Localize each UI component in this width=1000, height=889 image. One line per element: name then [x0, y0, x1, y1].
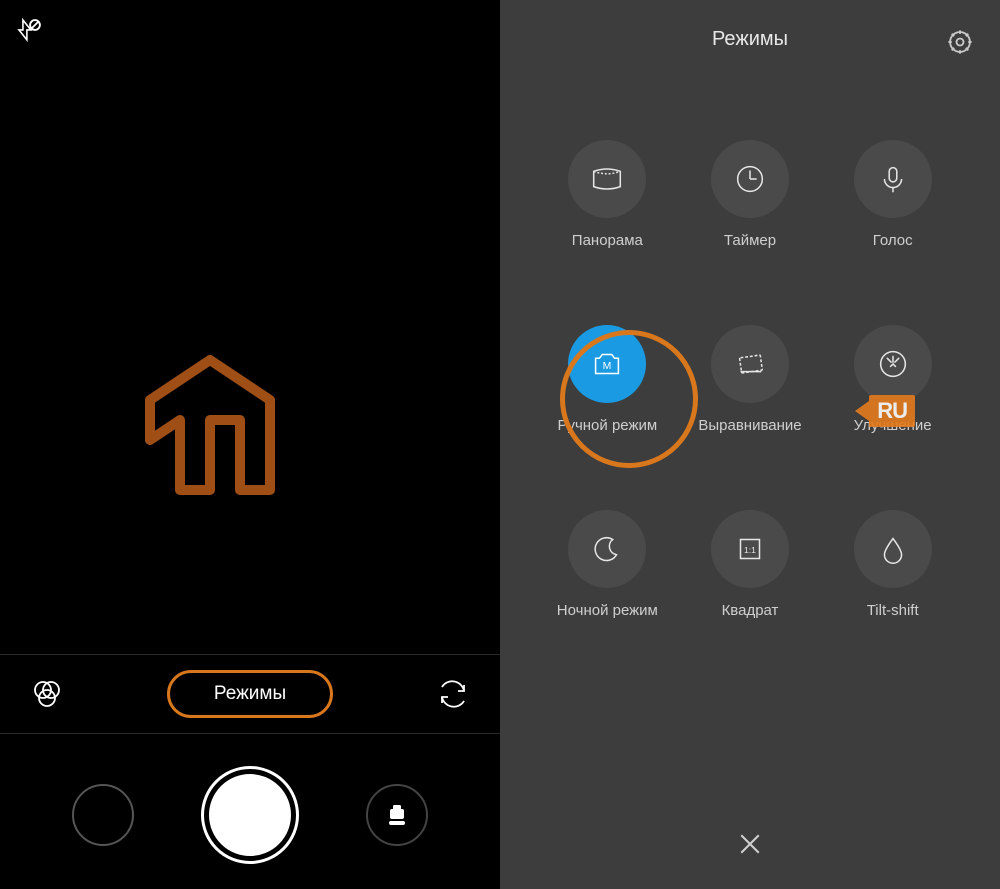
mode-timer[interactable]: Таймер — [679, 140, 822, 249]
flash-off-icon[interactable] — [14, 18, 42, 46]
mode-label: Голос — [873, 232, 913, 249]
mode-label: Таймер — [724, 232, 776, 249]
manual-mode-icon: M — [568, 325, 646, 403]
modes-grid: Панорама Таймер Голос — [500, 140, 1000, 619]
watermark-badge: RU — [869, 395, 915, 427]
mode-straighten[interactable]: Выравнивание — [679, 325, 822, 434]
mode-tiltshift[interactable]: Tilt-shift — [821, 510, 964, 619]
mode-label: Квадрат — [722, 602, 779, 619]
filters-icon[interactable] — [30, 677, 64, 711]
svg-text:1:1: 1:1 — [744, 545, 756, 555]
close-row — [500, 829, 1000, 859]
mode-manual[interactable]: M Ручной режим — [536, 325, 679, 434]
camera-bottom-bar: Режимы — [0, 654, 500, 889]
modes-panel: Режимы Панорама — [500, 0, 1000, 889]
drop-icon — [854, 510, 932, 588]
shutter-row — [0, 769, 500, 861]
mode-label: Tilt-shift — [867, 602, 919, 619]
mode-night[interactable]: Ночной режим — [536, 510, 679, 619]
modes-title: Режимы — [712, 28, 788, 51]
mode-voice[interactable]: Голос — [821, 140, 964, 249]
microphone-icon — [854, 140, 932, 218]
square-ratio-icon: 1:1 — [711, 510, 789, 588]
sparkle-icon — [854, 325, 932, 403]
moon-icon — [568, 510, 646, 588]
settings-icon[interactable] — [946, 28, 974, 56]
mode-label: Выравнивание — [698, 417, 801, 434]
mode-label: Панорама — [572, 232, 643, 249]
watermark-logo — [130, 340, 380, 510]
mode-square[interactable]: 1:1 Квадрат — [679, 510, 822, 619]
close-icon[interactable] — [735, 829, 765, 859]
camera-viewfinder: Режимы — [0, 0, 500, 889]
modes-row: Режимы — [0, 654, 500, 734]
svg-text:M: M — [603, 361, 612, 372]
switch-camera-icon[interactable] — [436, 677, 470, 711]
modes-button[interactable]: Режимы — [167, 670, 333, 718]
mode-label: Ручной режим — [557, 417, 657, 434]
shutter-button[interactable] — [204, 769, 296, 861]
gallery-thumbnail[interactable] — [72, 784, 134, 846]
mode-panorama[interactable]: Панорама — [536, 140, 679, 249]
mode-label: Ночной режим — [557, 602, 658, 619]
modes-header: Режимы — [500, 28, 1000, 51]
panorama-icon — [568, 140, 646, 218]
straighten-icon — [711, 325, 789, 403]
modes-button-label: Режимы — [214, 683, 286, 704]
video-toggle-button[interactable] — [366, 784, 428, 846]
timer-icon — [711, 140, 789, 218]
